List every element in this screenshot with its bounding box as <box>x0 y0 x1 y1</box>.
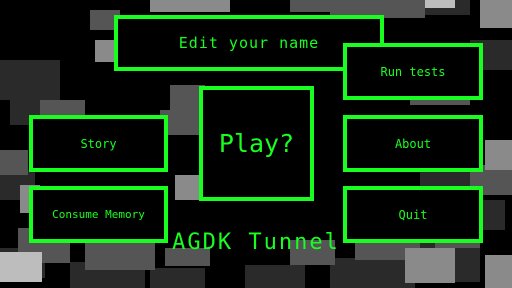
about-button[interactable]: About <box>343 115 483 172</box>
quit-label: Quit <box>398 207 428 222</box>
run-tests-label: Run tests <box>380 64 446 79</box>
consume-memory-label: Consume Memory <box>52 208 145 221</box>
game-title: AGDK Tunnel <box>172 230 340 255</box>
play-button[interactable]: Play? <box>199 86 314 201</box>
about-label: About <box>394 136 432 151</box>
run-tests-button[interactable]: Run tests <box>343 43 483 100</box>
story-button[interactable]: Story <box>29 115 168 172</box>
edit-name-label: Edit your name <box>178 34 320 52</box>
story-label: Story <box>80 136 117 151</box>
play-label: Play? <box>218 129 295 158</box>
